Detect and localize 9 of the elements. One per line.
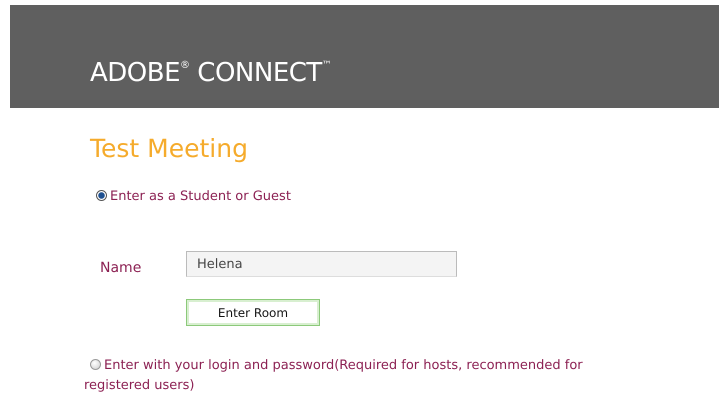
radio-option[interactable]: Enter as a Student or Guest bbox=[90, 187, 291, 207]
name-field[interactable]: Helena bbox=[186, 251, 457, 277]
radio-button[interactable] bbox=[96, 190, 107, 201]
radio-button[interactable] bbox=[90, 359, 101, 370]
name-label: Name bbox=[99, 259, 142, 276]
meeting-title: Test Meeting bbox=[90, 134, 249, 163]
radio-option[interactable]: Enter with your login and password(Required for hosts, recommended for registered users) bbox=[84, 356, 614, 396]
enter-room-button[interactable]: Enter Room bbox=[186, 299, 320, 326]
logo: ADOBE$^{®}$ CONNECT$^{™}$ bbox=[90, 58, 332, 88]
